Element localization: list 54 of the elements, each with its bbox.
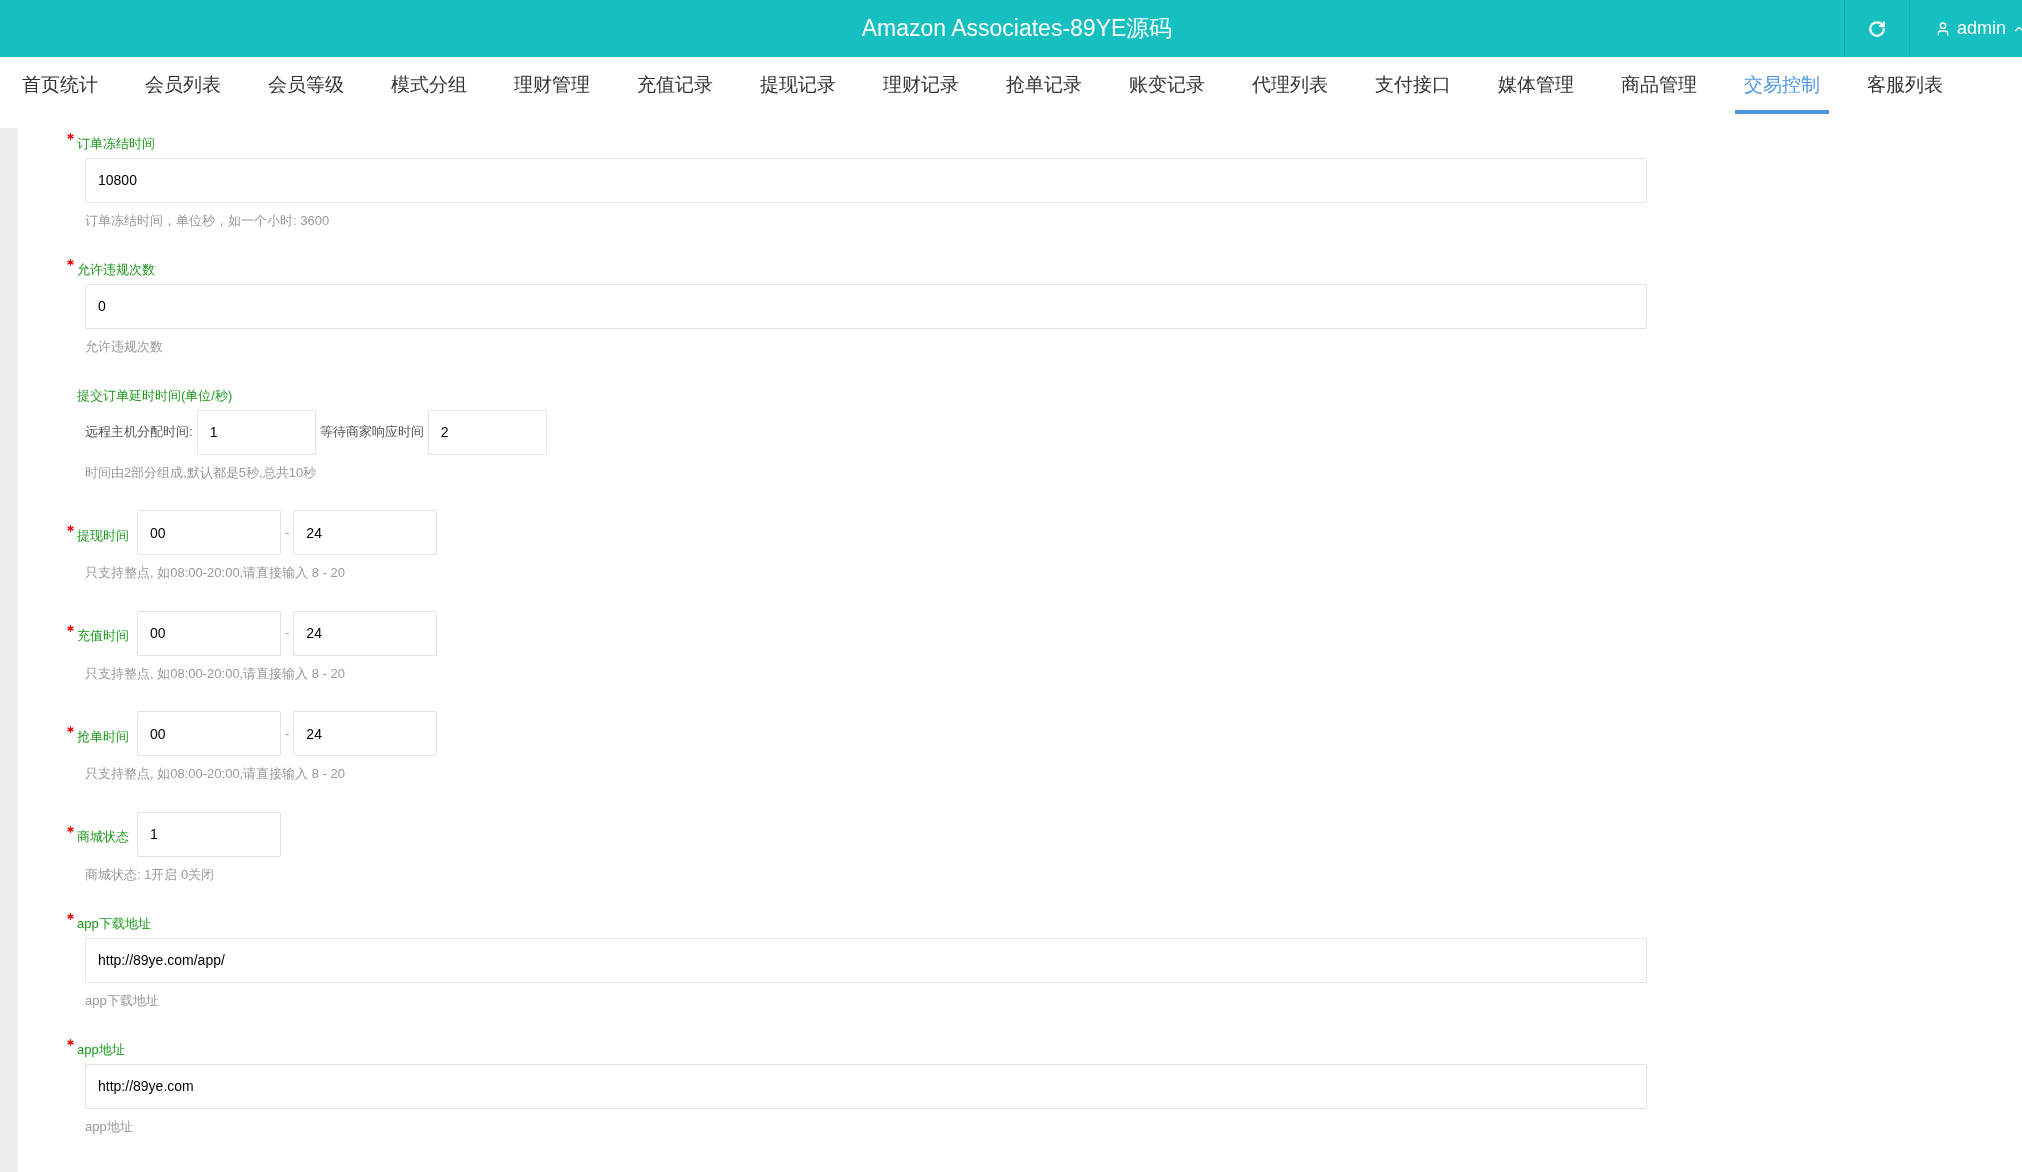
user-icon	[1935, 20, 1951, 37]
range-separator: -	[285, 523, 290, 542]
text-input[interactable]: 24	[293, 510, 438, 555]
text-input[interactable]: http://89ye.com/app/	[85, 937, 1647, 983]
nav-tab[interactable]: 客服列表	[1858, 57, 1952, 114]
nav-tab[interactable]: 模式分组	[382, 57, 476, 114]
nav-tab[interactable]: 理财记录	[874, 57, 968, 114]
nav-tab[interactable]: 首页统计	[13, 57, 107, 114]
field-label: app下载地址	[77, 915, 151, 933]
field-label: 等待商家响应时间	[319, 423, 424, 442]
app-title: Amazon Associates-89YE源码	[861, 14, 1173, 44]
text-input[interactable]: 2	[427, 409, 547, 455]
text-input[interactable]: 1	[137, 811, 281, 857]
help-text: 只支持整点, 如08:00-20:00,请直接输入 8 - 20	[85, 765, 347, 783]
field-label: 提现时间	[77, 526, 129, 545]
text-input[interactable]: 00	[137, 711, 281, 756]
text-input[interactable]: 00	[137, 510, 281, 555]
help-text: 时间由2部分组成,默认都是5秒,总共10秒	[85, 463, 318, 482]
nav-tab[interactable]: 媒体管理	[1489, 57, 1583, 114]
field-label: 抢单时间	[77, 727, 129, 746]
field-label: 订单冻结时间	[77, 135, 155, 153]
field-label: 提交订单延时时间(单位/秒)	[77, 387, 233, 405]
text-input[interactable]: 1	[196, 409, 316, 455]
nav-tab[interactable]: 会员等级	[259, 57, 353, 114]
help-text: 允许违规次数	[85, 337, 164, 356]
text-input[interactable]: 10800	[85, 157, 1647, 203]
field-label: 充值时间	[77, 627, 129, 646]
text-input[interactable]: http://89ye.com	[85, 1063, 1647, 1109]
help-text: 商城状态: 1开启 0关闭	[85, 865, 216, 884]
text-input[interactable]: 00	[137, 610, 281, 656]
text-input[interactable]: 0	[85, 283, 1647, 329]
field-label: 允许违规次数	[77, 261, 155, 279]
field-label: app地址	[77, 1041, 125, 1059]
nav-tab[interactable]: 支付接口	[1366, 57, 1460, 114]
nav-tab[interactable]: 商品管理	[1612, 57, 1706, 114]
nav-tab[interactable]: 抢单记录	[997, 57, 1091, 114]
text-input[interactable]: 24	[293, 610, 438, 656]
text-input[interactable]: 24	[293, 711, 438, 756]
range-separator: -	[285, 624, 290, 643]
help-text: app地址	[85, 1117, 134, 1136]
refresh-icon	[1868, 19, 1886, 38]
help-text: app下载地址	[85, 991, 160, 1010]
field-label: 商城状态	[77, 828, 129, 847]
nav-tab[interactable]: 提现记录	[751, 57, 845, 114]
nav-tab[interactable]: 充值记录	[628, 57, 722, 114]
refresh-button[interactable]	[1844, 0, 1910, 57]
nav-tab[interactable]: 账变记录	[1120, 57, 1214, 114]
help-text: 只支持整点, 如08:00-20:00,请直接输入 8 - 20	[85, 564, 347, 582]
field-label: 远程主机分配时间:	[85, 423, 193, 442]
help-text: 只支持整点, 如08:00-20:00,请直接输入 8 - 20	[85, 664, 347, 683]
range-separator: -	[285, 724, 290, 743]
nav-tab[interactable]: 代理列表	[1243, 57, 1337, 114]
nav-tab[interactable]: 会员列表	[136, 57, 230, 114]
nav-tab[interactable]: 理财管理	[505, 57, 599, 114]
